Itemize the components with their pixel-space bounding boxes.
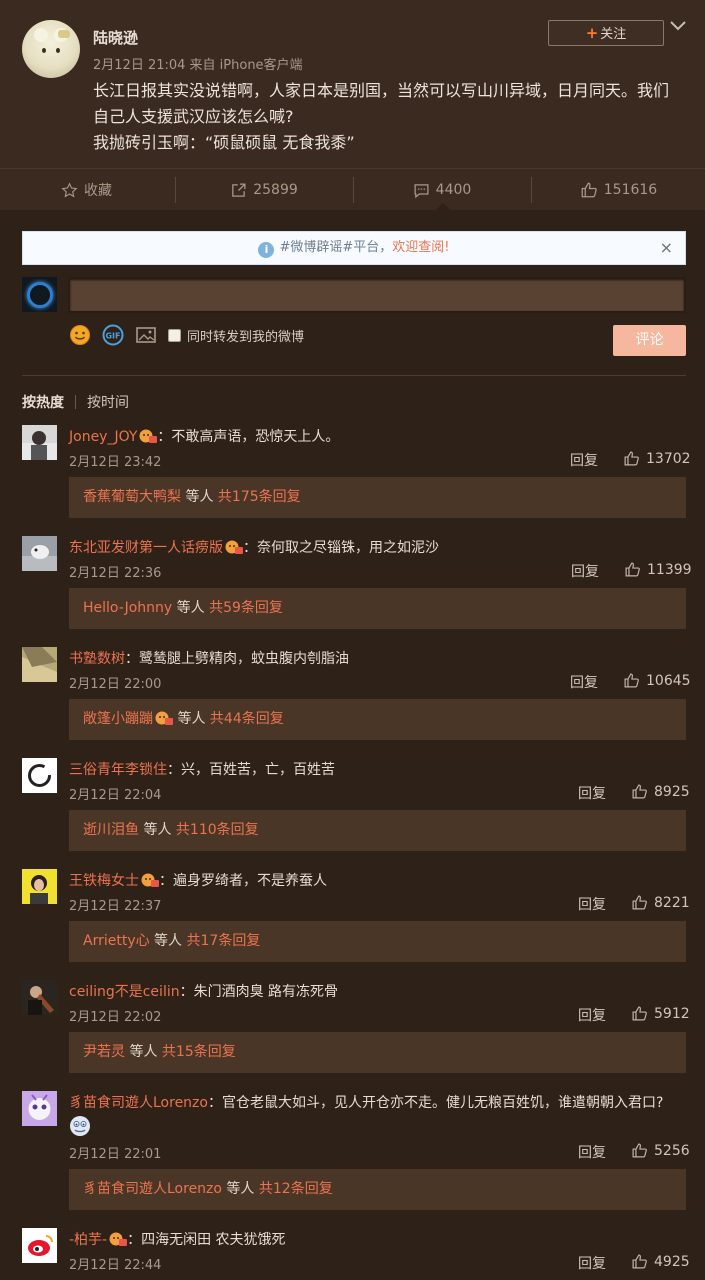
comment-date: 2月12日 22:36	[69, 566, 162, 581]
comment-like-button[interactable]: 13702	[623, 450, 691, 467]
share-icon	[232, 182, 246, 197]
sticker-emoji-icon	[70, 1116, 90, 1136]
reply-button[interactable]: 回复	[578, 894, 606, 914]
commenter-avatar[interactable]	[22, 758, 57, 793]
vip-badge-icon	[139, 429, 158, 443]
commenter-avatar[interactable]	[22, 425, 57, 460]
sub-replies[interactable]: 尹若灵 等人 共15条回复	[69, 1032, 686, 1073]
sub-replies[interactable]: 香蕉葡萄大鸭梨 等人 共175条回复	[69, 477, 686, 518]
image-icon[interactable]	[135, 324, 157, 346]
divider	[22, 375, 686, 376]
my-avatar	[22, 277, 57, 312]
emoji-icon[interactable]	[69, 324, 91, 346]
comments-panel: i #微博辟谣#平台，欢迎查阅! × GIF 同时转发到我的微博 评论 按热度 按…	[0, 210, 705, 1280]
star-icon	[61, 181, 78, 197]
sort-tabs: 按热度 按时间	[22, 392, 129, 412]
repost-label: 同时转发到我的微博	[187, 329, 305, 345]
sub-replies[interactable]: Hello-Johnny 等人 共59条回复	[69, 588, 686, 629]
vip-badge-icon	[225, 540, 243, 554]
commenter-name[interactable]: -柏芋-	[69, 1232, 107, 1248]
thumb-up-icon	[624, 673, 639, 688]
reply-button[interactable]: 回复	[578, 1253, 606, 1273]
sub-replies[interactable]: 豸苗食司遊人Lorenzo 等人 共12条回复	[69, 1169, 686, 1210]
comment-date: 2月12日 22:37	[69, 899, 162, 914]
comment-like-button[interactable]: 5912	[631, 1005, 690, 1022]
thumb-up-icon	[624, 451, 639, 466]
repost-button[interactable]: 25899	[176, 169, 352, 211]
vip-badge-icon	[155, 711, 173, 725]
reply-button[interactable]: 回复	[570, 450, 598, 470]
comment-like-button[interactable]: 8221	[631, 894, 690, 911]
plus-icon: +	[585, 24, 599, 42]
info-icon: i	[258, 242, 275, 258]
sub-replies[interactable]: Arrietty心 等人 共17条回复	[69, 921, 686, 962]
thumb-up-icon	[632, 784, 647, 799]
composer-tools: GIF 同时转发到我的微博	[69, 324, 304, 346]
reply-button[interactable]: 回复	[578, 783, 606, 803]
post-card: 陆晓逊 2月12日 21:04 来自 iPhone客户端 + 关注 长江日报其实没…	[0, 0, 705, 168]
comment-date: 2月12日 22:02	[69, 1010, 162, 1025]
commenter-name[interactable]: 三俗青年李锁住	[69, 762, 167, 778]
close-icon[interactable]: ×	[660, 232, 673, 264]
author-avatar[interactable]	[22, 20, 80, 78]
thumb-up-icon	[632, 895, 647, 910]
post-actions: 收藏 25899 4400 151616	[0, 168, 705, 210]
submit-comment-button[interactable]: 评论	[613, 325, 686, 356]
comment-date: 2月12日 22:04	[69, 788, 162, 803]
thumb-up-icon	[581, 182, 597, 198]
post-text: 长江日报其实没说错啊，人家日本是别国，当然可以写山川异域，日月同天。我们自己人支…	[93, 81, 670, 152]
sub-replies[interactable]: 敞篷小蹦蹦 等人 共44条回复	[69, 699, 686, 740]
commenter-name[interactable]: 书塾数树	[69, 651, 125, 667]
commenter-avatar[interactable]	[22, 1091, 57, 1126]
repost-checkbox[interactable]	[168, 328, 181, 342]
thumb-up-icon	[625, 562, 640, 577]
thumb-up-icon	[632, 1254, 647, 1269]
comment-like-button[interactable]: 8925	[631, 783, 690, 800]
like-button[interactable]: 151616	[532, 169, 705, 211]
commenter-name[interactable]: 东北亚发财第一人话痨版	[69, 540, 223, 556]
comment-date: 2月12日 22:00	[69, 677, 162, 692]
commenter-name[interactable]: ceiling不是ceilin	[69, 984, 180, 1000]
commenter-name[interactable]: Joney_JOY	[69, 429, 137, 445]
comment-like-button[interactable]: 11399	[624, 561, 692, 578]
post-meta: 2月12日 21:04 来自 iPhone客户端	[93, 58, 303, 73]
follow-button[interactable]: + 关注	[548, 20, 664, 46]
reply-button[interactable]: 回复	[570, 672, 598, 692]
commenter-avatar[interactable]	[22, 1228, 57, 1263]
comment-date: 2月12日 23:42	[69, 455, 162, 470]
thumb-up-icon	[632, 1143, 647, 1158]
commenter-avatar[interactable]	[22, 647, 57, 682]
comment-pointer	[436, 203, 450, 210]
sub-replies[interactable]: 逝川泪鱼 等人 共110条回复	[69, 810, 686, 851]
commenter-avatar[interactable]	[22, 980, 57, 1015]
reply-button[interactable]: 回复	[571, 561, 599, 581]
svg-text:GIF: GIF	[105, 332, 120, 341]
reply-button[interactable]: 回复	[578, 1005, 606, 1025]
tab-time[interactable]: 按时间	[87, 392, 129, 412]
gif-icon[interactable]: GIF	[102, 324, 124, 346]
commenter-name[interactable]: 王铁梅女士	[69, 873, 139, 889]
tab-hot[interactable]: 按热度	[22, 392, 64, 412]
reply-button[interactable]: 回复	[578, 1142, 606, 1162]
thumb-up-icon	[632, 1006, 647, 1021]
commenter-name[interactable]: 豸苗食司遊人Lorenzo	[69, 1095, 208, 1111]
comment-like-button[interactable]: 5256	[631, 1142, 690, 1159]
comment-like-button[interactable]: 4925	[631, 1253, 690, 1270]
commenter-avatar[interactable]	[22, 869, 57, 904]
comment-like-button[interactable]: 10645	[623, 672, 691, 689]
author-name[interactable]: 陆晓逊	[93, 27, 138, 48]
vip-badge-icon	[141, 873, 159, 887]
vip-badge-icon	[109, 1232, 128, 1246]
comment-date: 2月12日 22:44	[69, 1258, 162, 1273]
commenter-avatar[interactable]	[22, 536, 57, 571]
comment-icon	[414, 183, 429, 198]
favorite-button[interactable]: 收藏	[0, 169, 173, 211]
chevron-down-icon[interactable]	[666, 14, 690, 38]
comment-date: 2月12日 22:01	[69, 1147, 162, 1162]
comment-input[interactable]	[68, 277, 686, 313]
rumor-notice[interactable]: i #微博辟谣#平台，欢迎查阅! ×	[22, 231, 686, 265]
